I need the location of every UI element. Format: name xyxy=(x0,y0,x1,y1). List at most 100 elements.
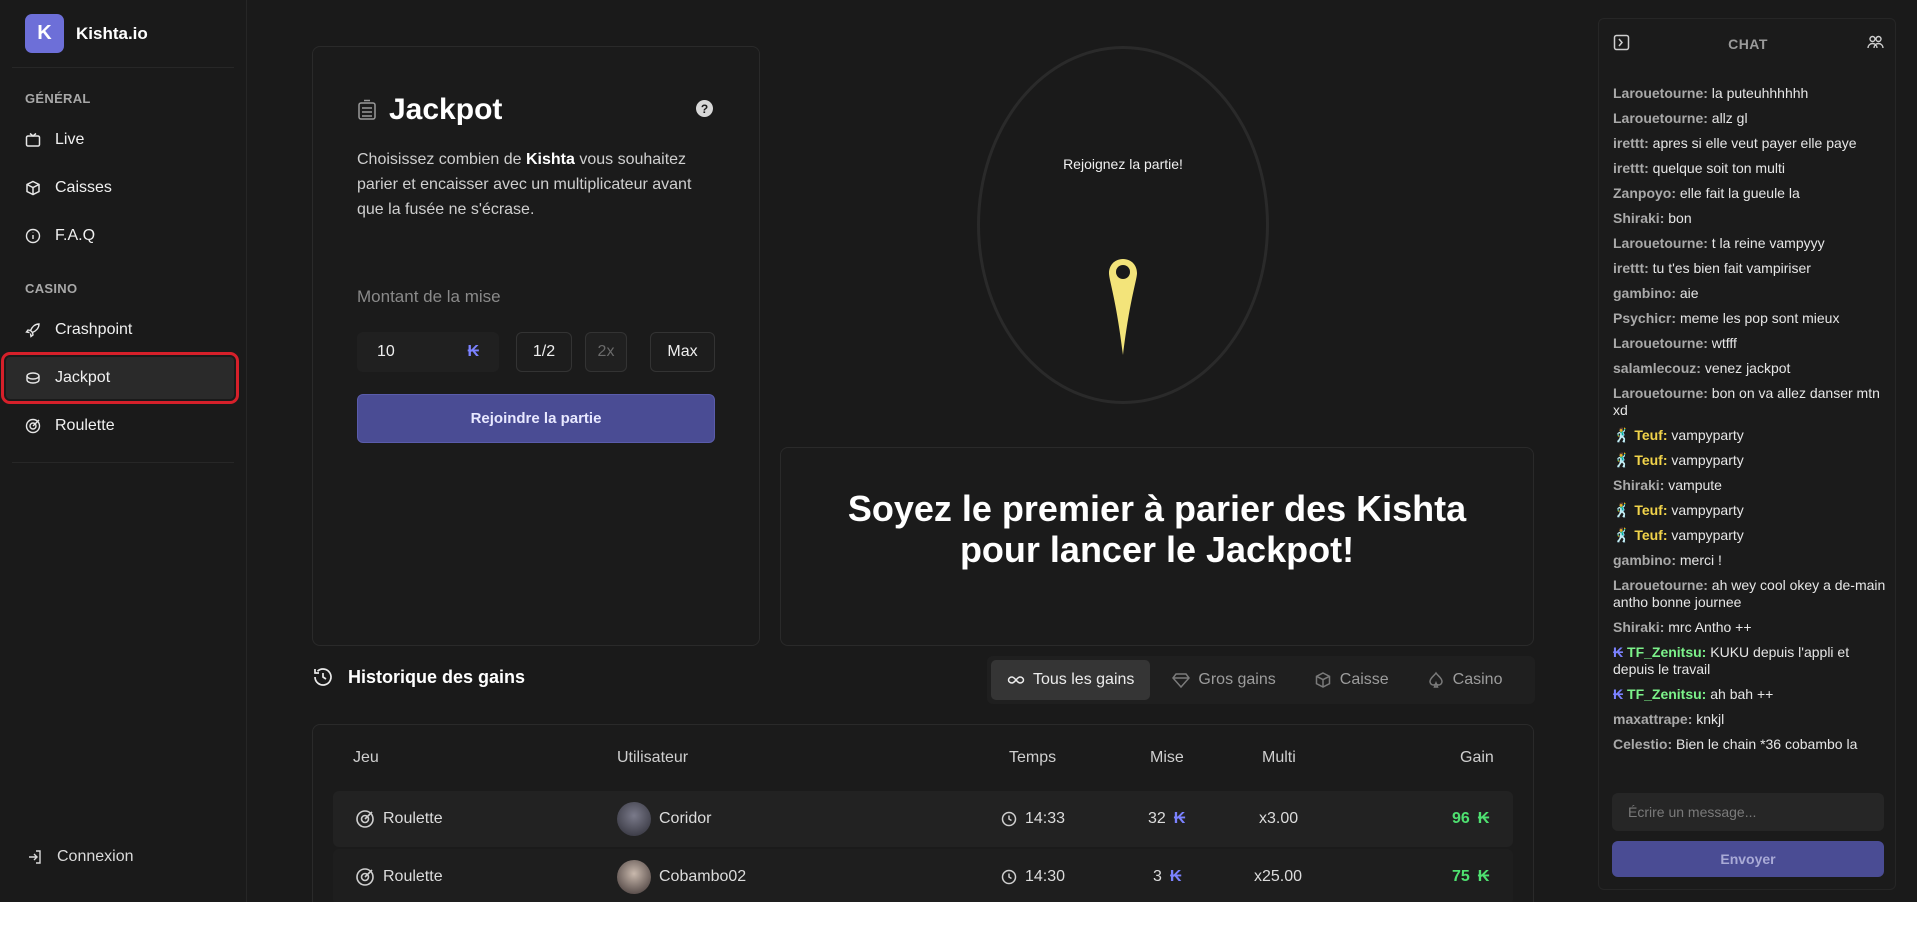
chat-username[interactable]: irettt: xyxy=(1613,260,1649,276)
sidebar-item-live[interactable]: Live xyxy=(6,119,234,161)
cell-game: Roulette xyxy=(355,791,443,847)
chat-message: Psychicr: meme les pop sont mieux xyxy=(1613,310,1889,327)
logo[interactable]: K Kishta.io xyxy=(25,14,148,53)
table-row[interactable]: Roulette Coridor 14:33 32 ₭ x3.00 96 ₭ xyxy=(333,791,1513,847)
chat-text: tu t'es bien fait vampiriser xyxy=(1652,260,1811,276)
double-bet-button[interactable]: 2x xyxy=(585,332,627,372)
chat-text: vampyparty xyxy=(1671,427,1744,443)
join-game-button[interactable]: Rejoindre la partie xyxy=(357,394,715,443)
chat-username[interactable]: Teuf: xyxy=(1634,452,1667,468)
chat-message-input[interactable] xyxy=(1612,793,1884,831)
sidebar-item-faq[interactable]: F.A.Q xyxy=(6,215,234,257)
clock-icon xyxy=(1001,811,1017,827)
target-icon xyxy=(356,810,374,828)
box-icon xyxy=(26,180,40,196)
sidebar-item-caisses[interactable]: Caisses xyxy=(6,167,234,209)
chat-username[interactable]: maxattrape: xyxy=(1613,711,1692,727)
logo-mark: K xyxy=(25,14,64,53)
chat-username[interactable]: TF_Zenitsu: xyxy=(1627,686,1706,702)
sidebar-item-roulette[interactable]: Roulette xyxy=(6,405,234,447)
chat-text: la puteuhhhhhh xyxy=(1711,85,1809,101)
kishta-currency-icon: ₭ xyxy=(1477,868,1490,885)
tab-label: Casino xyxy=(1452,671,1503,688)
chat-message: gambino: merci ! xyxy=(1613,552,1889,569)
chat-username[interactable]: irettt: xyxy=(1613,160,1649,176)
chat-username[interactable]: Teuf: xyxy=(1634,502,1667,518)
chat-message: maxattrape: knkjl xyxy=(1613,711,1889,728)
max-bet-button[interactable]: Max xyxy=(650,332,715,372)
bet-amount-value: 10 xyxy=(377,343,395,360)
chat-username[interactable]: TF_Zenitsu: xyxy=(1627,644,1706,660)
column-header-gain: Gain xyxy=(1460,749,1494,766)
help-icon[interactable]: ? xyxy=(696,100,713,117)
chat-username[interactable]: Larouetourne: xyxy=(1613,335,1708,351)
history-title: Historique des gains xyxy=(312,666,525,688)
kishta-currency-icon: ₭ xyxy=(1477,810,1490,827)
chat-message: Larouetourne: wtfff xyxy=(1613,335,1889,352)
chat-text: vampute xyxy=(1668,477,1722,493)
chat-message: ₭ TF_Zenitsu: KUKU depuis l'appli et dep… xyxy=(1613,644,1889,678)
info-icon xyxy=(25,228,41,244)
cell-bet: 32 ₭ xyxy=(1148,791,1185,847)
chat-username[interactable]: gambino: xyxy=(1613,285,1676,301)
tab-casino[interactable]: Casino xyxy=(1411,660,1519,700)
time-value: 14:30 xyxy=(1025,868,1066,885)
cell-bet: 3 ₭ xyxy=(1153,849,1181,902)
logo-text: Kishta.io xyxy=(76,23,148,43)
chat-message: irettt: tu t'es bien fait vampiriser xyxy=(1613,260,1889,277)
chat-username[interactable]: Shiraki: xyxy=(1613,210,1664,226)
chat-username[interactable]: irettt: xyxy=(1613,135,1649,151)
sidebar-item-crashpoint[interactable]: Crashpoint xyxy=(6,309,234,351)
chat-username[interactable]: Teuf: xyxy=(1634,527,1667,543)
chat-username[interactable]: Larouetourne: xyxy=(1613,385,1708,401)
tab-caisse[interactable]: Caisse xyxy=(1298,660,1405,700)
desc-text: Choisissez combien de xyxy=(357,151,526,168)
chat-messages: Larouetourne: la puteuhhhhhh Larouetourne… xyxy=(1613,85,1889,785)
login-label: Connexion xyxy=(57,848,134,865)
tab-label: Gros gains xyxy=(1198,671,1276,688)
chat-message: Larouetourne: allz gl xyxy=(1613,110,1889,127)
chat-message: 🕺 Teuf: vampyparty xyxy=(1613,502,1889,519)
chat-text: wtfff xyxy=(1711,335,1737,351)
column-header-game: Jeu xyxy=(353,749,379,766)
kishta-badge-icon: ₭ xyxy=(1613,686,1624,702)
cell-multi: x3.00 xyxy=(1259,791,1298,847)
chat-text: bon xyxy=(1668,210,1692,226)
chat-text: elle fait la gueule la xyxy=(1679,185,1800,201)
bet-amount-input[interactable]: 10 ₭ xyxy=(357,332,499,372)
chat-username[interactable]: salamlecouz: xyxy=(1613,360,1701,376)
users-icon[interactable] xyxy=(1867,34,1884,51)
chat-username[interactable]: Larouetourne: xyxy=(1613,85,1708,101)
chat-username[interactable]: Psychicr: xyxy=(1613,310,1676,326)
send-message-button[interactable]: Envoyer xyxy=(1612,841,1884,877)
chat-username[interactable]: Larouetourne: xyxy=(1613,235,1708,251)
column-header-bet: Mise xyxy=(1150,749,1184,766)
info-line: Soyez le premier à parier des Kishta xyxy=(847,487,1467,529)
chat-message: salamlecouz: venez jackpot xyxy=(1613,360,1889,377)
jackpot-info-text: Soyez le premier à parier des Kishta pour… xyxy=(848,488,1466,570)
chat-username[interactable]: Larouetourne: xyxy=(1613,577,1708,593)
bet-value: 32 xyxy=(1148,810,1166,827)
chat-username[interactable]: Shiraki: xyxy=(1613,477,1664,493)
half-bet-button[interactable]: 1/2 xyxy=(516,332,572,372)
chat-username[interactable]: gambino: xyxy=(1613,552,1676,568)
chat-text: vampyparty xyxy=(1671,452,1744,468)
jackpot-wheel: Rejoignez la partie! xyxy=(977,46,1269,404)
tab-big-gains[interactable]: Gros gains xyxy=(1156,660,1291,700)
chat-title: CHAT xyxy=(1728,36,1768,52)
sidebar-item-jackpot[interactable]: Jackpot xyxy=(1,352,239,404)
chat-username[interactable]: Larouetourne: xyxy=(1613,110,1708,126)
column-header-multi: Multi xyxy=(1262,749,1296,766)
tab-all-gains[interactable]: Tous les gains xyxy=(991,660,1151,700)
jackpot-info-card: Soyez le premier à parier des Kishta pour… xyxy=(780,447,1534,646)
table-row[interactable]: Roulette Cobambo02 14:30 3 ₭ x25.00 75 ₭ xyxy=(333,849,1513,902)
login-link[interactable]: Connexion xyxy=(27,848,134,866)
chat-username[interactable]: Teuf: xyxy=(1634,427,1667,443)
chat-text: meme les pop sont mieux xyxy=(1679,310,1840,326)
multi-value: x25.00 xyxy=(1254,868,1303,885)
jackpot-title: Jackpot xyxy=(357,93,502,127)
chat-username[interactable]: Shiraki: xyxy=(1613,619,1664,635)
chat-username[interactable]: Zanpoyo: xyxy=(1613,185,1676,201)
slot-machine-icon xyxy=(358,99,376,120)
chat-username[interactable]: Celestio: xyxy=(1613,736,1672,752)
